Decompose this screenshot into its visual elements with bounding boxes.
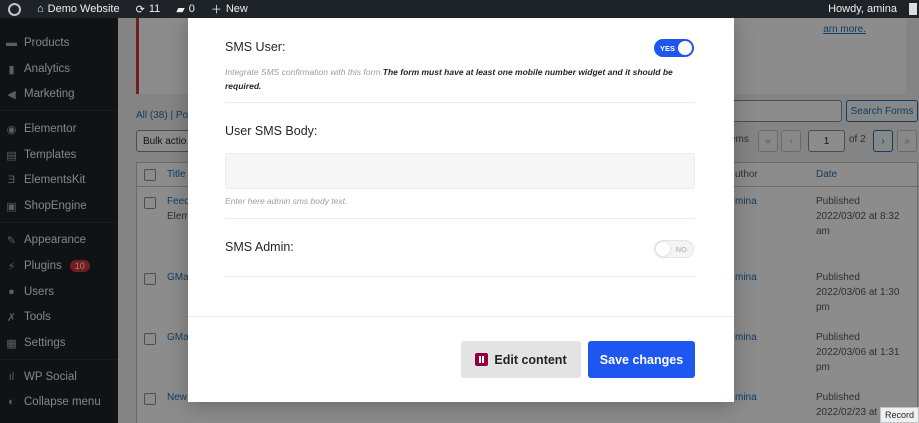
site-name-link[interactable]: ⌂ Demo Website [29,0,128,18]
sms-admin-toggle-text: NO [675,244,687,254]
toggle-knob [656,242,670,256]
user-sms-body-label: User SMS Body: [225,124,318,138]
comments-link[interactable]: ▰ 0 [168,0,203,18]
updates-link[interactable]: ⟳ 11 [128,0,169,18]
divider [225,102,695,103]
sms-settings-modal: SMS User: YES Integrate SMS confirmation… [188,18,734,402]
modal-footer-divider [188,316,734,317]
new-content-link[interactable]: ＋ New [203,0,256,18]
home-icon: ⌂ [37,3,44,15]
elementor-icon [475,353,489,366]
updates-icon: ⟳ [135,3,145,16]
admin-bar: ⌂ Demo Website ⟳ 11 ▰ 0 ＋ New Howdy, ami… [0,0,919,18]
toggle-knob [678,41,692,55]
sms-user-toggle[interactable]: YES [654,39,694,57]
record-label: Record [879,407,919,423]
divider [225,276,695,277]
wp-logo-menu[interactable] [0,0,29,18]
sms-admin-toggle[interactable]: NO [654,240,694,258]
plus-icon: ＋ [210,4,222,16]
edit-content-button[interactable]: Edit content [461,341,581,378]
sms-user-toggle-text: YES [660,43,676,53]
sms-admin-label: SMS Admin: [225,240,294,254]
sms-user-label: SMS User: [225,40,286,54]
howdy-account-link[interactable]: Howdy, amina [820,0,905,18]
divider [225,218,695,219]
user-sms-body-textarea[interactable] [225,153,695,189]
save-changes-button[interactable]: Save changes [588,341,695,378]
user-sms-body-help-text: Enter here admin sms body text. [225,196,348,206]
sms-user-help-text: Integrate SMS confirmation with this for… [225,67,673,91]
wordpress-logo-icon [8,2,21,16]
comment-icon: ▰ [176,3,185,16]
avatar [909,3,917,15]
